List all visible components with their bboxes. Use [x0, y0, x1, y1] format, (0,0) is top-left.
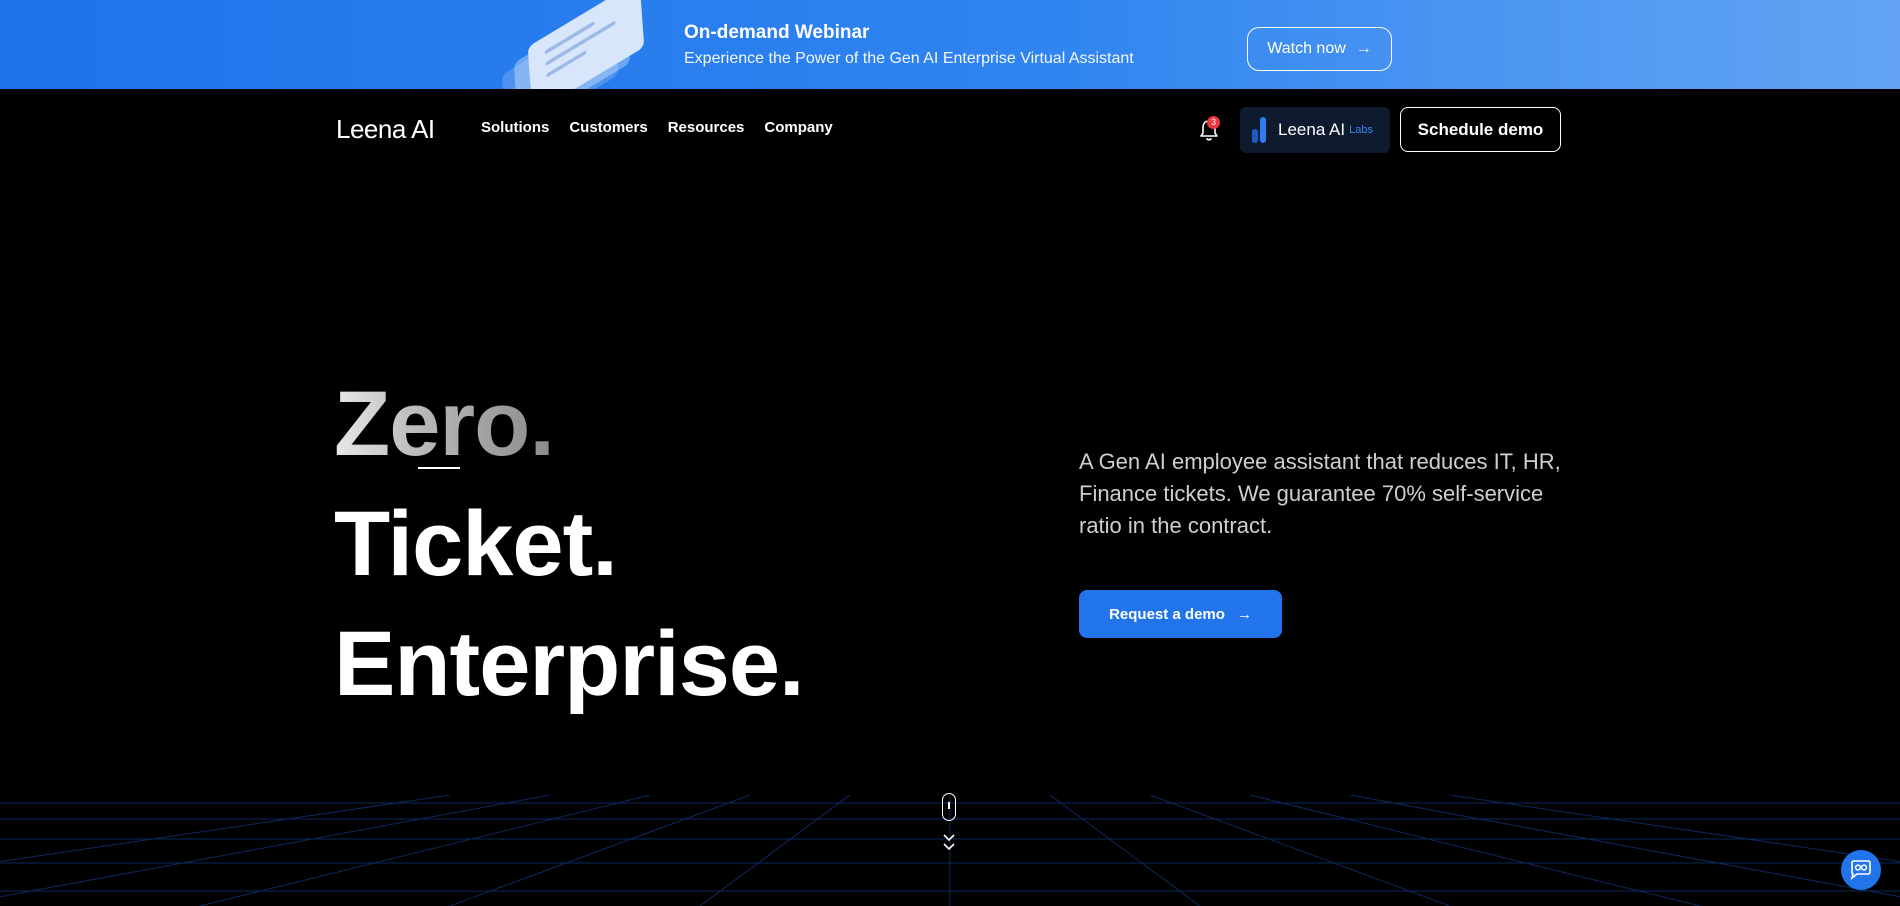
labs-name: Leena AI [1278, 120, 1346, 139]
arrow-right-icon: → [1236, 605, 1252, 623]
banner-illustration [500, 0, 645, 89]
labs-tag: Labs [1349, 124, 1373, 136]
request-demo-button[interactable]: Request a demo → [1079, 590, 1282, 638]
hero-line-zero: Zero. [334, 373, 555, 475]
watch-now-button[interactable]: Watch now → [1247, 27, 1392, 71]
nav-resources[interactable]: Resources [668, 119, 745, 136]
page: On-demand Webinar Experience the Power o… [0, 0, 1900, 906]
hero-line-enterprise: Enterprise. [334, 613, 805, 715]
schedule-demo-button[interactable]: Schedule demo [1400, 107, 1561, 152]
hero-description: A Gen AI employee assistant that reduces… [1079, 449, 1561, 538]
chat-bubble-button[interactable] [1841, 850, 1881, 890]
request-demo-label: Request a demo [1109, 605, 1225, 623]
logo-text: Leena AI [336, 113, 435, 144]
leena-labs-logo-icon [1252, 117, 1270, 143]
webinar-banner[interactable]: On-demand Webinar Experience the Power o… [0, 0, 1900, 89]
chat-bubble-icon [1850, 860, 1871, 880]
watch-now-label: Watch now [1267, 40, 1346, 57]
nav-solutions[interactable]: Solutions [481, 119, 549, 136]
scroll-mouse-icon [942, 793, 956, 821]
leena-ai-logo[interactable]: Leena AI [336, 112, 435, 146]
chevron-down-icon[interactable] [941, 832, 957, 854]
main-nav: Solutions Customers Resources Company [481, 119, 833, 136]
hero-line-ticket: Ticket. [334, 493, 618, 595]
banner-title: On-demand Webinar [684, 22, 870, 43]
arrow-right-icon: → [1355, 40, 1372, 57]
notification-badge: 3 [1207, 116, 1220, 129]
typing-cursor [418, 467, 460, 469]
nav-customers[interactable]: Customers [569, 119, 647, 136]
leena-ai-labs-button[interactable]: Leena AI Labs [1240, 107, 1390, 153]
nav-company[interactable]: Company [764, 119, 832, 136]
banner-subtitle: Experience the Power of the Gen AI Enter… [684, 50, 1134, 67]
